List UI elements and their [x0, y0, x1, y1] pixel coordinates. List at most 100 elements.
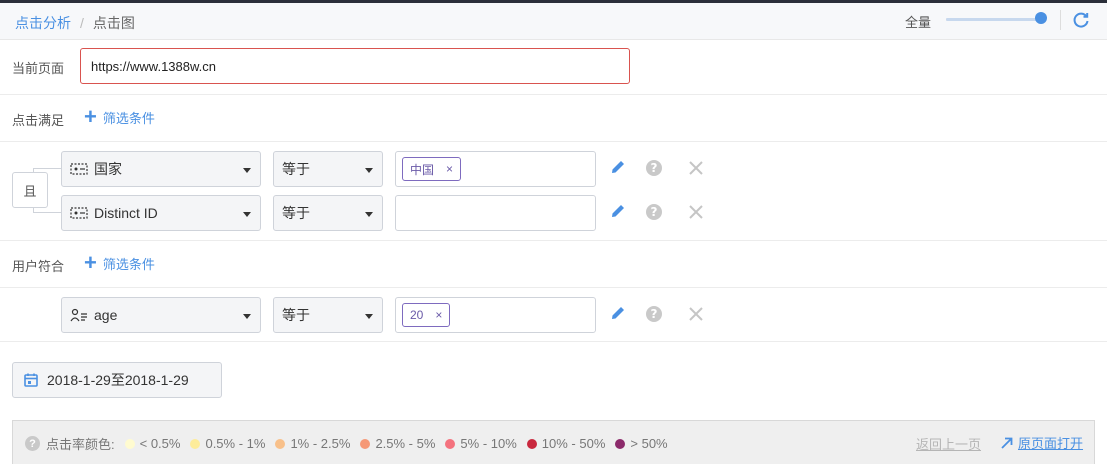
calendar-icon [24, 373, 38, 387]
plus-icon: + [84, 250, 97, 275]
close-icon[interactable] [687, 159, 705, 177]
date-range-button[interactable]: 2018-1-29至2018-1-29 [12, 362, 222, 398]
help-icon[interactable]: ? [25, 436, 40, 451]
zoom-slider-fill [946, 18, 1044, 21]
url-input[interactable] [80, 48, 630, 84]
legend-title: 点击率颜色: [46, 437, 115, 452]
divider [0, 240, 1107, 241]
legend-item: 5% - 10% [445, 436, 517, 451]
legend-item-label: > 50% [630, 436, 668, 451]
user-condition-operator-select[interactable]: 等于 [273, 297, 383, 333]
edit-icon[interactable] [609, 158, 627, 176]
legend-item-label: 1% - 2.5% [290, 436, 351, 451]
legend-item: 10% - 50% [526, 436, 606, 451]
zoom-slider-handle[interactable] [1035, 12, 1047, 24]
add-click-filter-label: 筛选条件 [102, 110, 155, 126]
user-filter-label: 用户符合 [12, 259, 65, 274]
condition-field-select[interactable]: Distinct ID [61, 195, 261, 231]
open-original-page-link[interactable]: 原页面打开 [1000, 433, 1083, 452]
legend-items: < 0.5% 0.5% - 1% 1% - 2.5% 2.5% - 5% 5% - 10… [124, 436, 678, 451]
breadcrumb-parent-link[interactable]: 点击分析 [15, 15, 71, 31]
chevron-down-icon [243, 212, 251, 217]
legend-item: 0.5% - 1% [190, 436, 265, 451]
close-icon[interactable] [687, 203, 705, 221]
refresh-icon[interactable] [1071, 10, 1091, 30]
zoom-label: 全量 [905, 15, 932, 30]
open-original-page-label: 原页面打开 [1018, 436, 1084, 451]
legend-item: < 0.5% [124, 436, 181, 451]
divider [0, 341, 1107, 342]
svg-text:?: ? [651, 307, 658, 321]
zoom-slider-track[interactable] [946, 18, 1044, 21]
logic-bracket-top [33, 168, 61, 169]
add-user-filter-label: 筛选条件 [102, 256, 155, 272]
external-link-icon [1001, 437, 1013, 449]
svg-text:?: ? [651, 161, 658, 175]
logic-bracket-bottom [33, 212, 61, 213]
user-condition-field-value: age [94, 307, 118, 323]
condition-operator-select[interactable]: 等于 [273, 195, 383, 231]
chevron-down-icon [365, 168, 373, 173]
legend-color-swatch [445, 438, 456, 449]
add-click-filter-button[interactable]: + 筛选条件 [84, 106, 155, 128]
plus-icon: + [84, 104, 97, 129]
click-rate-legend: ? 点击率颜色: < 0.5% 0.5% - 1% 1% - 2.5% 2.5% - … [25, 434, 678, 453]
breadcrumb: 点击分析 / 点击图 [15, 13, 135, 33]
legend-item: 1% - 2.5% [275, 436, 350, 451]
legend-color-swatch [526, 438, 537, 449]
value-tag-text: 20 [410, 308, 424, 322]
back-link[interactable]: 返回上一页 [916, 434, 981, 453]
close-icon[interactable] [687, 305, 705, 323]
help-icon[interactable]: ? [645, 305, 663, 323]
legend-color-swatch [360, 438, 371, 449]
property-icon [70, 163, 88, 175]
chevron-down-icon [243, 168, 251, 173]
help-icon[interactable]: ? [645, 203, 663, 221]
legend-color-swatch [190, 438, 201, 449]
chevron-down-icon [365, 314, 373, 319]
condition-operator-value: 等于 [282, 161, 310, 177]
header-bar: 点击分析 / 点击图 [0, 3, 1107, 40]
value-tag-text: 中国 [410, 162, 435, 177]
current-page-label: 当前页面 [12, 61, 65, 76]
svg-text:?: ? [651, 205, 658, 219]
condition-value-input[interactable]: 中国 × [395, 151, 596, 187]
user-condition-operator-value: 等于 [282, 307, 310, 323]
tag-remove-icon[interactable]: × [446, 162, 453, 176]
condition-field-value: 国家 [94, 161, 122, 177]
tag-remove-icon[interactable]: × [435, 308, 442, 322]
chevron-down-icon [243, 314, 251, 319]
legend-item: > 50% [615, 436, 668, 451]
value-tag: 中国 × [402, 157, 462, 181]
add-user-filter-button[interactable]: + 筛选条件 [84, 252, 155, 274]
property-icon [70, 207, 88, 219]
condition-field-value: Distinct ID [94, 205, 158, 221]
divider [0, 94, 1107, 95]
user-condition-field-select[interactable]: age [61, 297, 261, 333]
legend-item-label: 2.5% - 5% [375, 436, 436, 451]
date-range-value: 2018-1-29至2018-1-29 [47, 372, 189, 388]
value-tag: 20 × [402, 303, 451, 327]
legend-color-swatch [615, 438, 626, 449]
help-icon[interactable]: ? [645, 159, 663, 177]
user-property-icon [70, 308, 87, 322]
legend-item-label: 10% - 50% [541, 436, 606, 451]
edit-icon[interactable] [609, 304, 627, 322]
user-condition-value-input[interactable]: 20 × [395, 297, 596, 333]
legend-item-label: 5% - 10% [460, 436, 517, 451]
click-filter-label: 点击满足 [12, 113, 65, 128]
breadcrumb-current: 点击图 [92, 15, 135, 31]
condition-operator-select[interactable]: 等于 [273, 151, 383, 187]
legend-item-label: 0.5% - 1% [205, 436, 266, 451]
click-rate-legend-bar: ? 点击率颜色: < 0.5% 0.5% - 1% 1% - 2.5% 2.5% - … [12, 420, 1095, 464]
legend-item-label: < 0.5% [139, 436, 181, 451]
logic-and-toggle[interactable]: 且 [12, 172, 48, 208]
condition-value-input[interactable] [395, 195, 596, 231]
breadcrumb-separator: / [80, 15, 84, 31]
edit-icon[interactable] [609, 202, 627, 220]
legend-item: 2.5% - 5% [360, 436, 435, 451]
header-divider [1060, 10, 1061, 30]
divider [0, 141, 1107, 142]
condition-field-select[interactable]: 国家 [61, 151, 261, 187]
condition-operator-value: 等于 [282, 205, 310, 221]
